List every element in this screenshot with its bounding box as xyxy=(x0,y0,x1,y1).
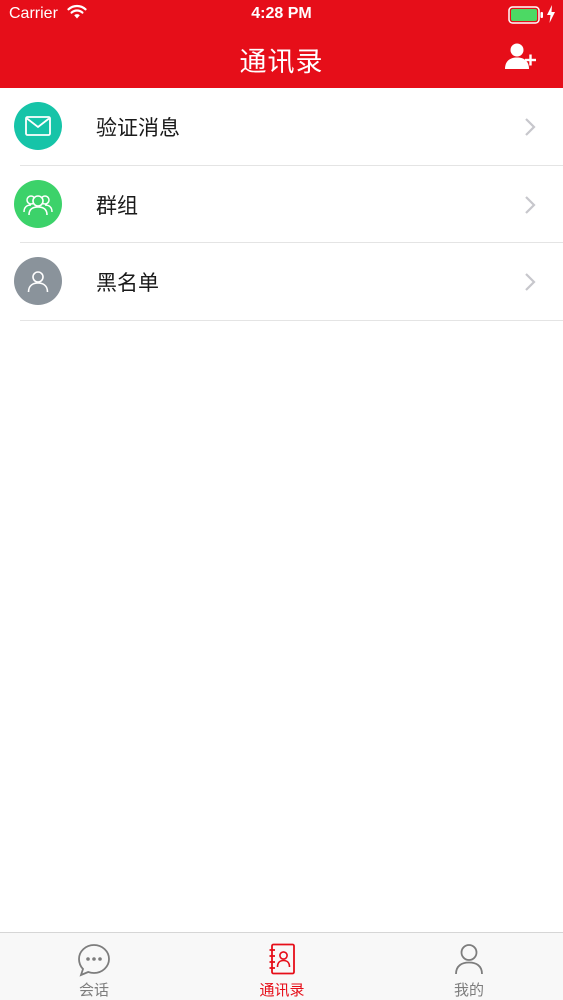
tab-me[interactable]: 我的 xyxy=(375,933,563,1000)
tab-label: 通讯录 xyxy=(259,981,305,999)
header: Carrier 4:28 PM 通讯录 xyxy=(0,0,563,88)
charging-bolt-icon xyxy=(547,5,555,23)
tab-conversations[interactable]: 会话 xyxy=(0,933,188,1000)
chevron-right-icon xyxy=(525,273,536,291)
list-item-label: 黑名单 xyxy=(96,271,159,295)
chevron-right-icon xyxy=(525,118,536,136)
tab-contacts[interactable]: 通讯录 xyxy=(188,933,376,1000)
group-icon xyxy=(14,179,62,228)
mail-icon xyxy=(14,102,62,150)
chevron-right-icon xyxy=(525,195,536,214)
tab-label: 我的 xyxy=(453,981,484,999)
chat-bubble-icon xyxy=(78,944,110,977)
contacts-menu-list: 验证消息 群组 黑名单 xyxy=(0,88,563,321)
list-item-label: 群组 xyxy=(96,193,138,218)
list-item-label: 验证消息 xyxy=(96,116,180,140)
status-time: 4:28 PM xyxy=(251,5,312,22)
battery-icon xyxy=(508,6,543,24)
add-contact-icon[interactable] xyxy=(504,42,538,72)
page-title: 通讯录 xyxy=(239,47,324,78)
list-item-groups[interactable]: 群组 xyxy=(0,166,563,243)
tab-label: 会话 xyxy=(78,981,109,999)
list-item-blacklist[interactable]: 黑名单 xyxy=(0,243,563,321)
row-divider xyxy=(20,319,563,321)
person-icon xyxy=(14,257,62,305)
profile-icon xyxy=(455,944,483,975)
address-book-icon xyxy=(269,943,295,975)
tab-bar: 会话 通讯录 我的 xyxy=(0,932,563,1000)
list-item-verify-messages[interactable]: 验证消息 xyxy=(0,88,563,166)
status-bar: Carrier 4:28 PM xyxy=(0,0,563,30)
